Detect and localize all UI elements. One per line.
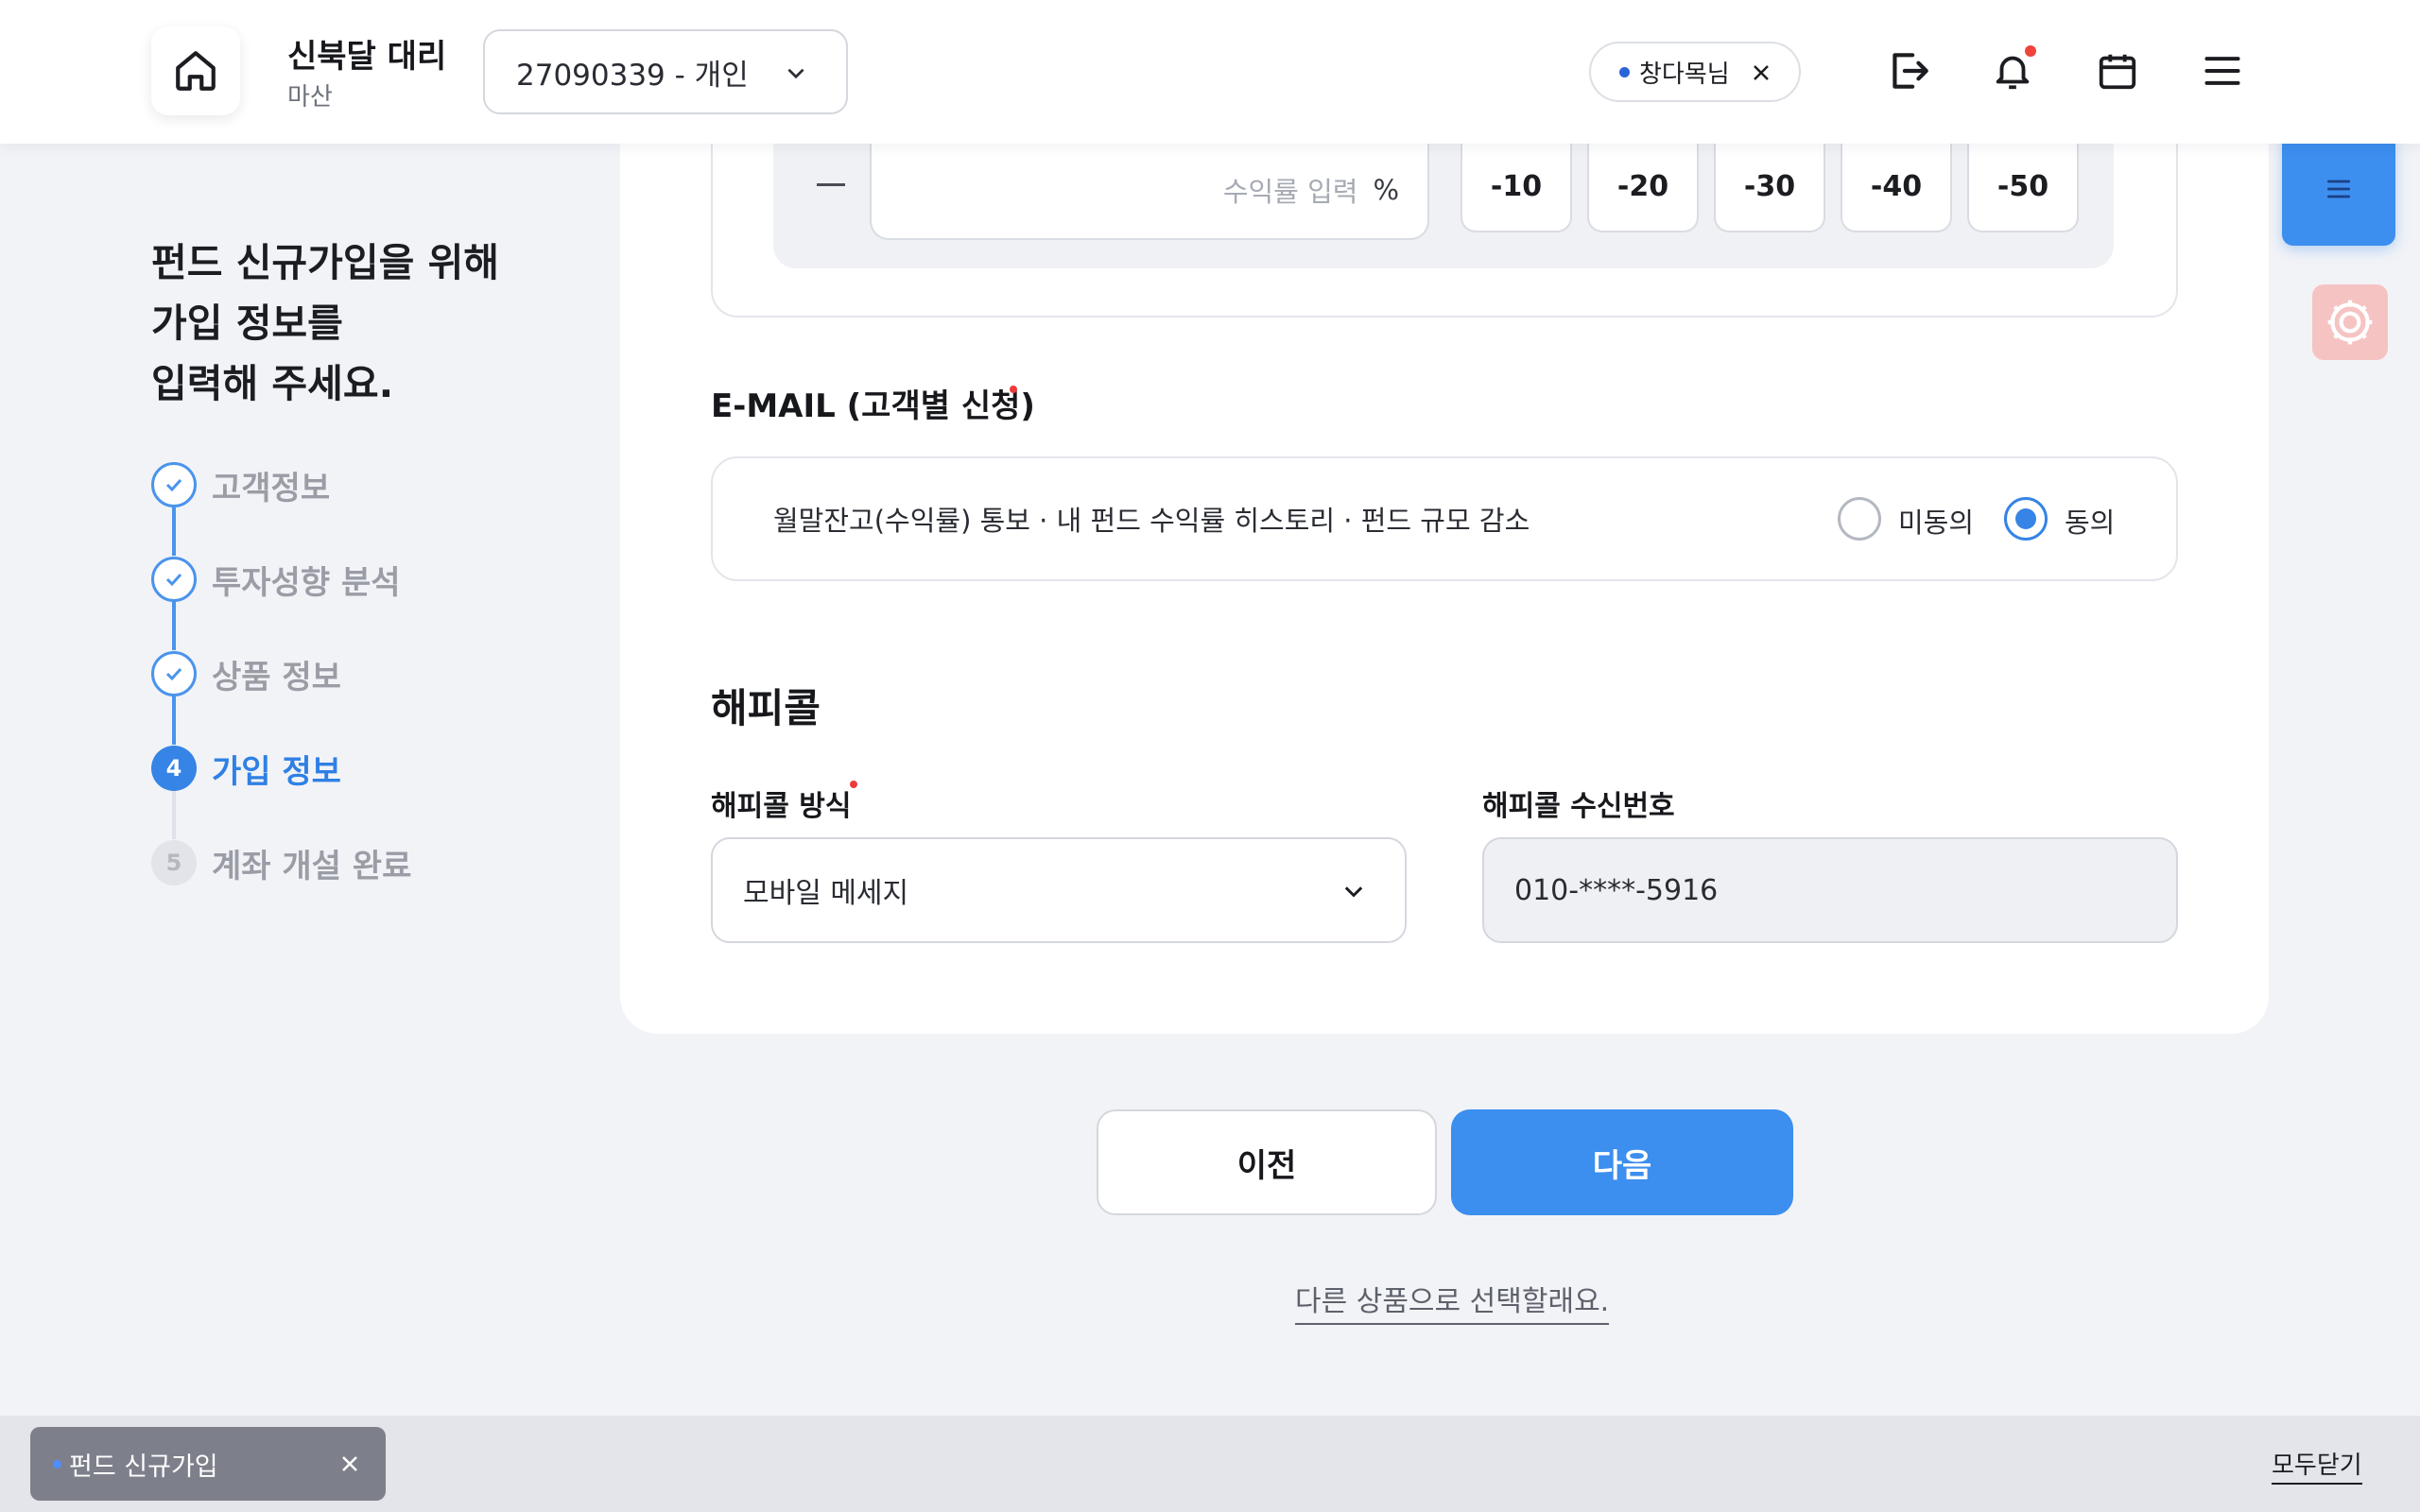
page-intro: 펀드 신규가입을 위해 가입 정보를 입력해 주세요. [151, 240, 500, 406]
notification-badge [2025, 45, 2036, 57]
rate-preset-button[interactable]: -10 [1461, 142, 1572, 232]
radio-disagree[interactable] [1838, 497, 1881, 541]
step-label: 투자성향 분석 [212, 563, 401, 602]
user-branch: 마산 [287, 83, 333, 112]
hamburger-icon [2327, 180, 2350, 198]
select-other-product-link[interactable]: 다른 상품으로 선택할래요. [1295, 1278, 1610, 1325]
top-header: 신북달 대리 마산 27090339 - 개인 창다목님 [0, 0, 2420, 144]
required-mark [1010, 386, 1017, 393]
rate-preset-button[interactable]: -40 [1841, 142, 1952, 232]
step-connector [172, 790, 176, 839]
step-label: 가입 정보 [212, 752, 341, 791]
radio-agree-label[interactable]: 동의 [2065, 501, 2115, 541]
hamburger-icon [2204, 57, 2240, 85]
chevron-down-icon [787, 68, 804, 79]
radio-disagree-label[interactable]: 미동의 [1898, 501, 1974, 541]
radio-agree[interactable] [2004, 497, 2048, 541]
status-dot [1619, 66, 1630, 77]
user-name: 신북달 대리 [287, 38, 447, 76]
next-button[interactable]: 다음 [1451, 1109, 1793, 1215]
step-product-info: 상품 정보 [151, 650, 529, 697]
chevron-down-icon [1344, 886, 1363, 898]
check-icon [151, 462, 197, 507]
status-dot [53, 1459, 61, 1469]
logout-icon [1893, 53, 1928, 89]
happycall-phone-field: 010-****-5916 [1482, 837, 2178, 943]
happycall-method-select[interactable]: 모바일 메세지 [711, 837, 1407, 943]
happycall-section-title: 해피콜 [711, 685, 821, 731]
step-connector [172, 507, 176, 556]
tool-button[interactable] [2312, 284, 2388, 360]
required-mark [850, 781, 857, 788]
gear-icon [2327, 300, 2373, 345]
home-button[interactable] [151, 26, 240, 115]
happycall-phone-label: 해피콜 수신번호 [1482, 790, 1675, 823]
close-icon[interactable] [1750, 61, 1772, 84]
rate-input-placeholder: 수익률 입력 [1222, 176, 1358, 208]
customer-chip[interactable]: 창다목님 [1589, 42, 1801, 102]
step-number: 5 [151, 840, 197, 885]
home-icon [176, 51, 216, 91]
account-select[interactable]: 27090339 - 개인 [483, 29, 848, 114]
logout-button[interactable] [1879, 42, 1938, 100]
step-connector [172, 601, 176, 650]
rate-preset-button[interactable]: -20 [1587, 142, 1699, 232]
open-tab-fund-signup[interactable]: 펀드 신규가입 [30, 1427, 386, 1501]
check-icon [151, 651, 197, 696]
calendar-icon [2099, 54, 2136, 90]
minus-icon [817, 183, 845, 186]
step-customer-info: 고객정보 [151, 461, 529, 508]
step-account-complete: 5 계좌 개설 완료 [151, 839, 529, 886]
step-label: 고객정보 [212, 469, 331, 507]
rate-unit: % [1373, 174, 1399, 206]
step-number: 4 [151, 746, 197, 791]
account-select-value: 27090339 - 개인 [516, 58, 749, 93]
customer-chip-label: 창다목님 [1639, 60, 1730, 89]
close-all-link[interactable]: 모두닫기 [2272, 1446, 2362, 1485]
step-label: 상품 정보 [212, 658, 341, 696]
happycall-method-label: 해피콜 방식 [711, 790, 852, 823]
check-icon [151, 557, 197, 602]
happycall-method-value: 모바일 메세지 [743, 877, 909, 910]
menu-button[interactable] [2193, 42, 2252, 100]
open-tab-label: 펀드 신규가입 [69, 1452, 218, 1482]
floating-menu-button[interactable] [2282, 132, 2395, 246]
rate-preset-button[interactable]: -50 [1967, 142, 2079, 232]
happycall-phone-value: 010-****-5916 [1514, 873, 1719, 907]
calendar-button[interactable] [2088, 42, 2147, 100]
step-label: 계좌 개설 완료 [212, 847, 412, 885]
prev-button[interactable]: 이전 [1097, 1109, 1437, 1215]
email-description: 월말잔고(수익률) 통보 · 내 펀드 수익률 히스토리 · 펀드 규모 감소 [773, 505, 1530, 537]
step-connector [172, 696, 176, 745]
rate-input[interactable]: 수익률 입력 % [870, 142, 1429, 240]
step-investment-analysis: 투자성향 분석 [151, 556, 529, 603]
close-icon[interactable] [338, 1452, 361, 1475]
email-section-title: E-MAIL (고객별 신청) [711, 387, 1035, 425]
rate-preset-button[interactable]: -30 [1714, 142, 1825, 232]
step-signup-info: 4 가입 정보 [151, 745, 529, 792]
notification-button[interactable] [1983, 42, 2042, 100]
